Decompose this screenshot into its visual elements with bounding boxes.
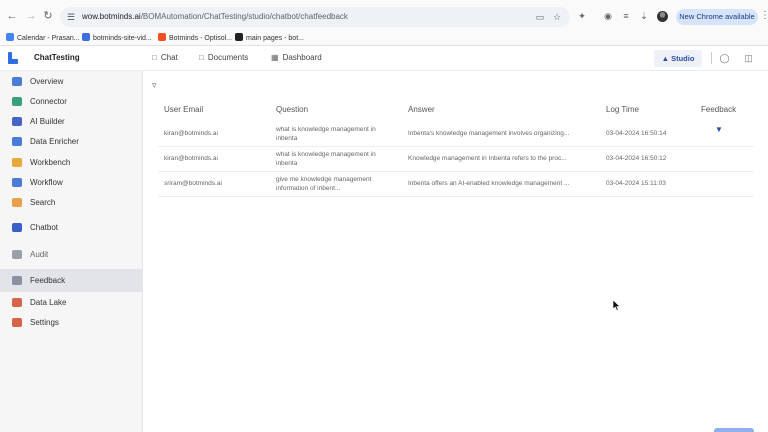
chatbot-icon <box>12 223 22 232</box>
cell-email: kiran@botminds.ai <box>164 155 218 162</box>
address-bar[interactable]: ☰ wow.botminds.ai/BOMAutomation/ChatTest… <box>60 7 570 27</box>
profile-avatar[interactable] <box>657 11 668 22</box>
sidebar-item-data-lake[interactable]: Data Lake <box>0 293 142 313</box>
audit-icon <box>12 250 22 259</box>
sidebar-item-connector[interactable]: Connector <box>0 92 142 112</box>
sidebar: Overview Connector AI Builder Data Enric… <box>0 71 143 432</box>
table-row[interactable]: kiran@botminds.ai what is knowledge mana… <box>158 147 754 172</box>
help-icon[interactable]: ◫ <box>743 53 754 64</box>
thumbs-down-icon: ▼ <box>715 125 723 134</box>
overview-icon <box>12 77 22 86</box>
back-icon[interactable]: ← <box>5 9 19 23</box>
sidebar-item-search[interactable]: Search <box>0 193 142 213</box>
extension-icon[interactable]: ◉ <box>602 10 614 22</box>
connector-icon <box>12 97 22 106</box>
column-header-feedback[interactable]: Feedback <box>701 105 736 114</box>
bookmark-star-icon[interactable]: ☆ <box>551 11 563 23</box>
bookmark-item[interactable]: Botminds - Optisol... <box>158 33 232 43</box>
sidebar-item-ai-builder[interactable]: AI Builder <box>0 112 142 132</box>
column-header-question[interactable]: Question <box>276 105 308 114</box>
cell-answer: Inbenta offers an AI-enabled knowledge m… <box>408 180 570 187</box>
download-icon[interactable]: ⇣ <box>638 10 650 22</box>
bookmark-item[interactable]: Calendar - Prasan... <box>6 33 80 43</box>
settings-icon <box>12 318 22 327</box>
workbench-icon <box>12 158 22 167</box>
app-title: ChatTesting <box>34 53 80 62</box>
document-icon: □ <box>199 53 204 62</box>
ai-builder-icon <box>12 117 22 126</box>
reload-icon[interactable]: ↻ <box>41 9 55 23</box>
cell-question: what is knowledge management in inbenta <box>276 151 376 167</box>
chrome-menu-icon[interactable]: ⋮ <box>760 10 768 22</box>
cell-question: give me knowledge management information… <box>276 176 372 192</box>
site-info-icon[interactable]: ☰ <box>67 11 79 23</box>
app-header: ChatTesting □ Chat □ Documents ▦ Dashboard … <box>0 47 768 71</box>
dashboard-icon: ▦ <box>271 53 279 62</box>
bookmarks-bar: Calendar - Prasan... botminds-site-vid..… <box>0 30 768 46</box>
mouse-cursor-icon <box>613 300 621 311</box>
sidebar-item-workbench[interactable]: Workbench <box>0 153 142 173</box>
cell-email: sriram@botminds.ai <box>164 180 222 187</box>
forward-icon[interactable]: → <box>24 9 38 23</box>
bookmark-item[interactable]: main pages - bot... <box>235 33 304 43</box>
feedback-icon <box>12 276 22 285</box>
user-icon[interactable]: ◯ <box>719 53 730 64</box>
data-enricher-icon <box>12 137 22 146</box>
play-icon <box>235 33 243 41</box>
media-icon[interactable]: ≡ <box>620 10 632 22</box>
new-chrome-button[interactable]: New Chrome available <box>676 9 758 25</box>
extensions-icon[interactable]: ✦ <box>576 10 588 22</box>
cell-question: what is knowledge management in inbenta <box>276 126 376 142</box>
filter-icon[interactable]: ▿ <box>152 80 162 90</box>
bookmark-item[interactable]: botminds-site-vid... <box>82 33 152 43</box>
column-header-log-time[interactable]: Log Time <box>606 105 639 114</box>
browser-toolbar: ← → ↻ ☰ wow.botminds.ai/BOMAutomation/Ch… <box>0 0 768 34</box>
sidebar-item-chatbot[interactable]: Chatbot <box>0 218 142 238</box>
sidebar-item-workflow[interactable]: Workflow <box>0 173 142 193</box>
column-header-answer[interactable]: Answer <box>408 105 435 114</box>
table-row[interactable]: kiran@botminds.ai what is knowledge mana… <box>158 122 754 147</box>
chat-icon: □ <box>152 53 157 62</box>
header-divider <box>711 52 712 64</box>
nav-documents[interactable]: □ Documents <box>199 53 248 62</box>
sidebar-item-feedback[interactable]: Feedback <box>0 269 142 292</box>
cell-log-time: 03-04-2024 16:50:14 <box>606 130 667 137</box>
feedback-panel: ▿ User Email Question Answer Log Time Fe… <box>144 72 768 432</box>
column-header-email[interactable]: User Email <box>164 105 203 114</box>
workflow-icon <box>12 178 22 187</box>
cell-log-time: 03-04-2024 16:50:12 <box>606 155 667 162</box>
drive-icon <box>82 33 90 41</box>
botminds-logo-icon <box>8 52 18 64</box>
table-row[interactable]: sriram@botminds.ai give me knowledge man… <box>158 172 754 197</box>
sidebar-item-settings[interactable]: Settings <box>0 313 142 333</box>
studio-icon: ▲ <box>661 54 669 63</box>
figma-icon <box>158 33 166 41</box>
floating-action-button[interactable] <box>714 428 754 432</box>
install-app-icon[interactable]: ▭ <box>534 11 546 23</box>
sidebar-item-audit[interactable]: Audit <box>0 245 142 265</box>
url-text[interactable]: wow.botminds.ai/BOMAutomation/ChatTestin… <box>82 7 348 27</box>
cell-log-time: 03-04-2024 15:11:03 <box>606 180 666 187</box>
studio-button[interactable]: ▲ Studio <box>654 50 702 67</box>
cell-answer: Inbenta's knowledge management involves … <box>408 130 570 137</box>
cell-answer: Knowledge management in Inbenta refers t… <box>408 155 567 162</box>
sidebar-item-data-enricher[interactable]: Data Enricher <box>0 132 142 152</box>
calendar-icon <box>6 33 14 41</box>
nav-dashboard[interactable]: ▦ Dashboard <box>271 53 322 62</box>
search-icon <box>12 198 22 207</box>
data-lake-icon <box>12 298 22 307</box>
sidebar-item-overview[interactable]: Overview <box>0 72 142 92</box>
nav-chat[interactable]: □ Chat <box>152 53 178 62</box>
cell-email: kiran@botminds.ai <box>164 130 218 137</box>
